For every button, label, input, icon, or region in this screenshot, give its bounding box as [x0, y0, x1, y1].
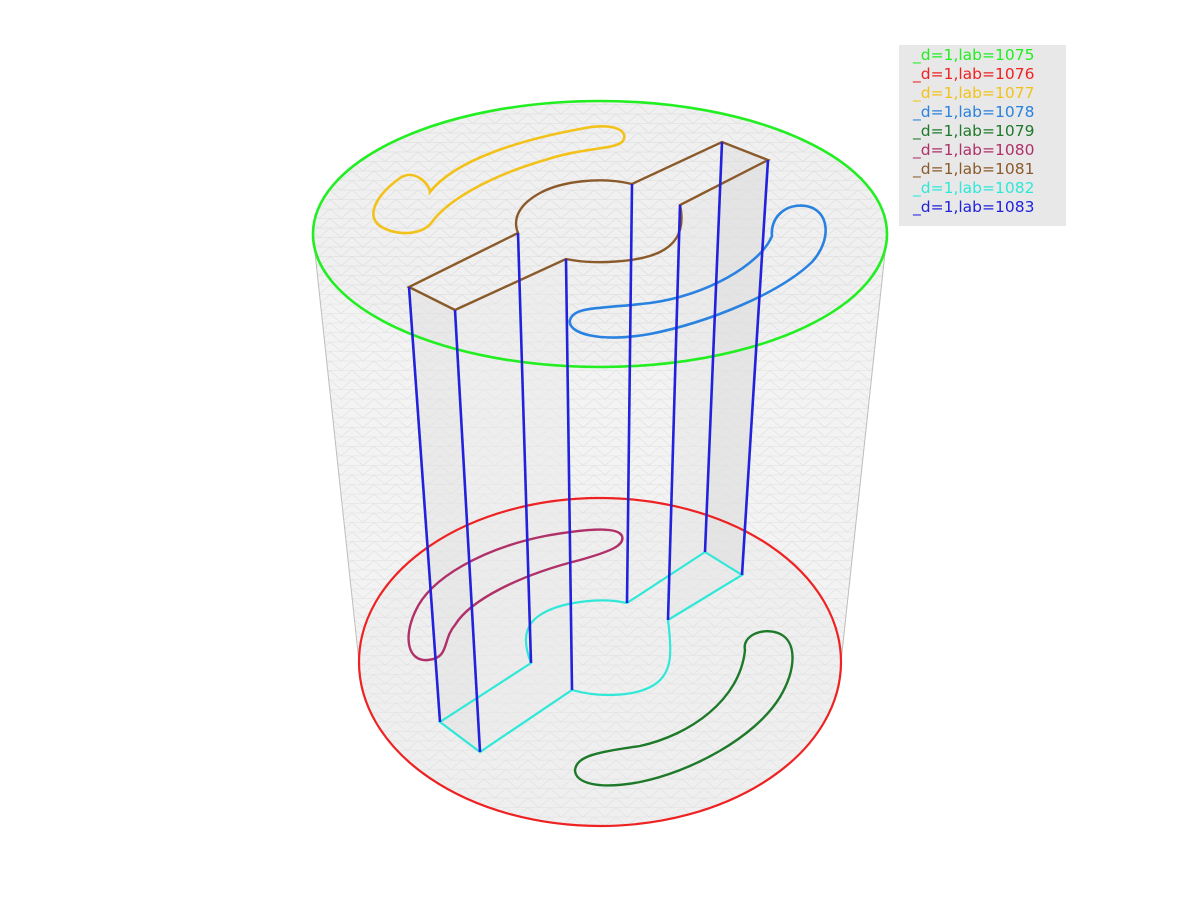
legend-item-1078: _d=1,lab=1078 [913, 103, 1035, 121]
legend-item-1076: _d=1,lab=1076 [913, 65, 1035, 83]
legend-item-1081: _d=1,lab=1081 [913, 160, 1035, 178]
legend-item-1083: _d=1,lab=1083 [913, 198, 1035, 216]
legend-item-1080: _d=1,lab=1080 [913, 141, 1035, 159]
legend: _d=1,lab=1075 _d=1,lab=1076 _d=1,lab=107… [899, 45, 1066, 226]
legend-item-1077: _d=1,lab=1077 [913, 84, 1035, 102]
legend-item-1079: _d=1,lab=1079 [913, 122, 1035, 140]
legend-item-1075: _d=1,lab=1075 [913, 46, 1035, 64]
legend-item-1082: _d=1,lab=1082 [913, 179, 1035, 197]
